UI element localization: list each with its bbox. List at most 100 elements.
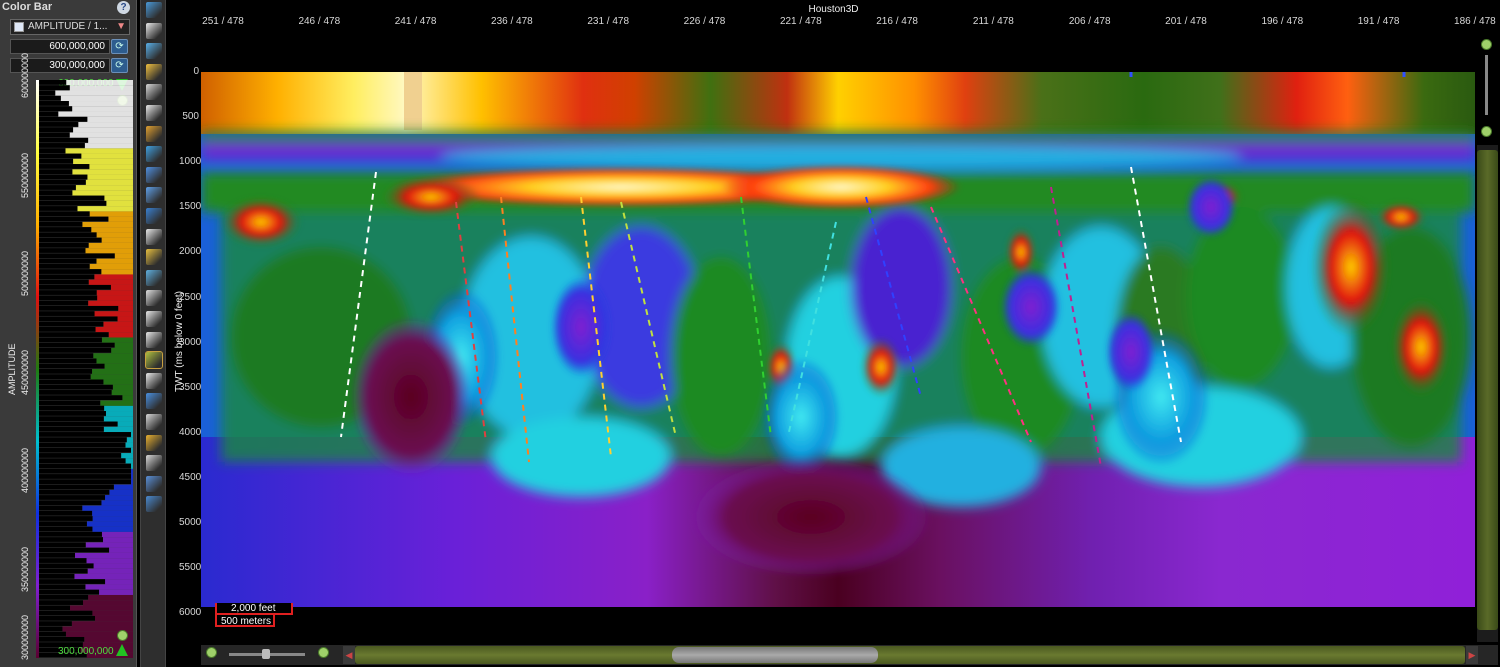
histogram-bar <box>39 195 105 201</box>
histogram-bar <box>39 321 104 327</box>
horizontal-zoom-out-icon[interactable] <box>206 647 217 658</box>
color-bar-tick: 600000000 <box>20 52 30 98</box>
y-axis-tick: 5000 <box>179 517 202 528</box>
histogram-bar <box>39 216 109 222</box>
histogram-fill <box>95 326 133 333</box>
fit-icon[interactable] <box>146 84 162 101</box>
bottom-handle-icon[interactable] <box>116 644 128 656</box>
horizontal-zoom-knob[interactable] <box>262 649 270 659</box>
dots2-icon[interactable] <box>146 475 162 492</box>
x-axis-tick: 231 / 478 <box>587 16 630 27</box>
histogram-fill <box>86 558 133 564</box>
chevron-down-icon: ▼ <box>116 21 126 32</box>
histogram-fill <box>125 442 133 448</box>
question-icon[interactable]: ? <box>117 1 130 14</box>
histogram-fill <box>84 143 133 149</box>
scale-feet-label: 2,000 feet <box>231 603 276 614</box>
histogram-bar <box>39 537 103 542</box>
histogram-bar <box>39 169 73 175</box>
histogram-bar <box>39 284 111 290</box>
y-axis-tick: 1500 <box>179 201 202 213</box>
histogram-bar <box>39 305 119 311</box>
scale-bar: 2,000 feet 500 meters <box>215 603 295 627</box>
x-axis-tick: 246 / 478 <box>298 16 341 27</box>
histogram-fill <box>100 400 133 406</box>
refresh-min-icon[interactable]: ⟳ <box>111 58 128 73</box>
histogram-fill <box>96 258 133 264</box>
histogram-fill <box>83 600 133 606</box>
scroll-left-icon[interactable]: ◀ <box>343 646 355 664</box>
histogram-bar <box>39 122 79 127</box>
histogram-fill <box>121 453 133 459</box>
dots-icon[interactable] <box>146 105 162 121</box>
viewer-zoom-out-icon[interactable] <box>1481 126 1492 137</box>
histogram-fill <box>102 537 133 543</box>
annotate-icon[interactable] <box>146 228 162 245</box>
attribute-dropdown[interactable]: AMPLITUDE / 1... ▼ <box>10 19 130 35</box>
histogram-fill <box>109 547 133 553</box>
brush-icon[interactable] <box>146 372 162 389</box>
pick-icon[interactable] <box>146 146 162 163</box>
histogram-bar <box>39 395 123 401</box>
zoom-icon[interactable] <box>146 22 162 39</box>
paint-icon[interactable] <box>146 331 162 348</box>
histogram-bar <box>39 484 114 490</box>
seismic-section[interactable] <box>201 37 1475 644</box>
select-icon[interactable] <box>146 208 162 224</box>
histogram-fill <box>118 305 133 312</box>
viewer-zoom-in-icon[interactable] <box>1481 39 1492 50</box>
histogram-bar <box>39 148 66 154</box>
histogram-fill <box>125 458 133 464</box>
histogram-fill <box>88 300 133 306</box>
rectangle-icon[interactable] <box>146 414 162 430</box>
histogram-fill <box>55 90 133 96</box>
color-bar-tick: 550000000 <box>20 152 30 198</box>
histogram-fill <box>104 195 133 201</box>
histogram-fill <box>87 116 133 123</box>
max-value-field[interactable]: 600,000,000 <box>10 39 110 54</box>
horizon-icon[interactable] <box>145 351 163 370</box>
histogram-bar <box>39 342 115 348</box>
histogram-bar <box>39 600 84 605</box>
vertical-scroll-thumb[interactable] <box>1477 150 1498 630</box>
horizontal-scroll-thumb[interactable] <box>672 647 878 663</box>
shape-icon[interactable] <box>146 393 162 410</box>
y-axis-tick: 5500 <box>179 562 202 574</box>
fault-icon[interactable] <box>146 187 162 204</box>
histogram-bar <box>39 158 74 164</box>
histogram-bar <box>39 411 106 416</box>
histogram-bar <box>39 468 131 474</box>
wand-icon[interactable] <box>146 311 162 327</box>
histogram-fill <box>72 106 133 112</box>
viewer-zoom-slider[interactable] <box>1485 55 1488 115</box>
histogram-fill <box>88 137 133 144</box>
copy-icon[interactable] <box>146 434 162 451</box>
histogram-fill <box>89 211 133 217</box>
layers-icon[interactable] <box>146 125 162 142</box>
histogram-bar <box>39 137 89 143</box>
histogram-bar <box>39 563 94 569</box>
draw-icon[interactable] <box>146 166 162 183</box>
expand-icon[interactable] <box>146 496 162 513</box>
horizontal-zoom-in-icon[interactable] <box>318 647 329 658</box>
stack-icon[interactable] <box>146 269 162 286</box>
color-bar-tick: 500000000 <box>20 250 30 296</box>
pointer-icon[interactable] <box>146 2 162 18</box>
zoom-out-icon[interactable] <box>117 630 128 641</box>
horizontal-scrollbar[interactable] <box>355 646 1465 664</box>
histogram-fill <box>96 358 133 364</box>
histogram-fill <box>75 185 133 191</box>
histogram-bar <box>39 316 118 322</box>
histogram-bar <box>39 526 93 532</box>
rotate-icon[interactable] <box>146 43 162 60</box>
color-icon[interactable] <box>146 290 162 307</box>
histogram-bar <box>39 516 93 521</box>
histogram-bar <box>39 127 74 133</box>
scroll-right-icon[interactable]: ▶ <box>1466 646 1478 664</box>
grid-icon[interactable] <box>146 63 162 80</box>
pencil-icon[interactable] <box>146 455 162 472</box>
histogram-bar <box>39 626 63 632</box>
polygon-icon[interactable] <box>146 249 162 266</box>
histogram-bar <box>39 615 95 621</box>
refresh-max-icon[interactable]: ⟳ <box>111 39 128 54</box>
